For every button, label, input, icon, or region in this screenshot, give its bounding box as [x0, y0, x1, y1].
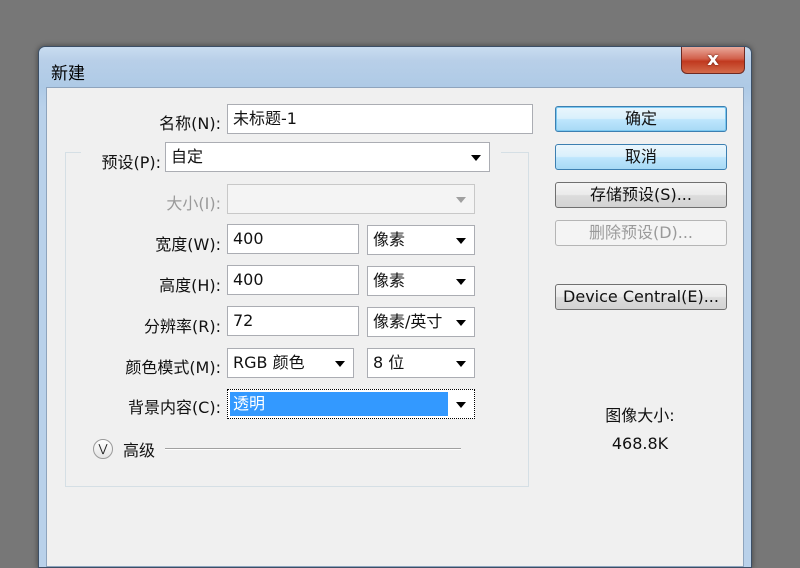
chevron-down-icon: [456, 361, 466, 367]
height-label: 高度(H):: [159, 276, 221, 295]
height-input-value: 400: [233, 270, 264, 289]
chevron-down-icon: [456, 320, 466, 326]
expand-advanced-icon[interactable]: ⋁: [93, 439, 113, 459]
resolution-input-value: 72: [233, 311, 254, 330]
advanced-divider: [165, 448, 461, 450]
new-document-dialog: 新建 x 名称(N): 未标题-1 预设(P): 自定 大小(I): 宽度(W)…: [38, 46, 752, 568]
name-input[interactable]: 未标题-1: [227, 104, 533, 134]
resolution-input[interactable]: 72: [227, 306, 359, 336]
preset-dropdown-value: 自定: [171, 147, 204, 166]
size-label: 大小(I):: [166, 194, 221, 213]
width-label: 宽度(W):: [155, 235, 221, 254]
color-mode-value: RGB 颜色: [233, 353, 305, 372]
chevron-down-icon: [335, 361, 345, 367]
ok-button[interactable]: 确定: [555, 106, 727, 132]
size-dropdown[interactable]: [227, 184, 475, 214]
chevron-down-icon: [456, 238, 466, 244]
bit-depth-value: 8 位: [373, 353, 405, 372]
background-label: 背景内容(C):: [127, 398, 221, 417]
preset-label: 预设(P):: [85, 149, 161, 173]
resolution-unit-value: 像素/英寸: [373, 312, 443, 331]
bit-depth-dropdown[interactable]: 8 位: [367, 348, 475, 378]
delete-preset-button[interactable]: 删除预设(D)...: [555, 220, 727, 246]
name-input-value: 未标题-1: [233, 109, 297, 128]
advanced-label[interactable]: 高级: [123, 437, 155, 461]
background-dropdown[interactable]: 透明: [227, 389, 475, 419]
chevron-down-icon: [456, 197, 466, 203]
width-unit-value: 像素: [373, 230, 406, 249]
image-size-label: 图像大小:: [605, 406, 675, 425]
chevron-down-icon: [471, 155, 481, 161]
resolution-label: 分辨率(R):: [144, 317, 221, 336]
color-mode-label: 颜色模式(M):: [125, 358, 221, 377]
height-input[interactable]: 400: [227, 265, 359, 295]
close-icon: x: [707, 49, 719, 70]
resolution-unit-dropdown[interactable]: 像素/英寸: [367, 307, 475, 337]
cancel-button[interactable]: 取消: [555, 144, 727, 170]
selection-highlight: 透明: [230, 392, 448, 416]
width-input[interactable]: 400: [227, 224, 359, 254]
save-preset-button[interactable]: 存储预设(S)...: [555, 182, 727, 208]
chevron-down-icon: [456, 279, 466, 285]
width-input-value: 400: [233, 229, 264, 248]
width-unit-dropdown[interactable]: 像素: [367, 225, 475, 255]
name-label: 名称(N):: [159, 114, 221, 133]
dialog-body: 名称(N): 未标题-1 预设(P): 自定 大小(I): 宽度(W): 400…: [46, 87, 744, 567]
color-mode-dropdown[interactable]: RGB 颜色: [227, 348, 354, 378]
preset-dropdown[interactable]: 自定: [165, 142, 490, 172]
image-size-value: 468.8K: [611, 434, 669, 453]
background-value: 透明: [233, 394, 266, 413]
height-unit-value: 像素: [373, 271, 406, 290]
title-bar[interactable]: 新建 x: [39, 47, 751, 87]
close-button[interactable]: x: [681, 47, 745, 74]
height-unit-dropdown[interactable]: 像素: [367, 266, 475, 296]
device-central-button[interactable]: Device Central(E)...: [555, 284, 727, 310]
chevron-down-icon: [456, 402, 466, 408]
dialog-title: 新建: [51, 64, 85, 84]
